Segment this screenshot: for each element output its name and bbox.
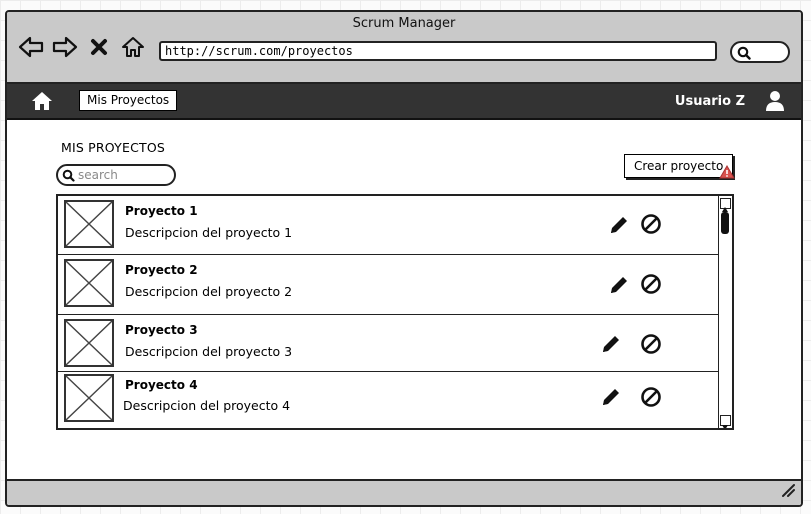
block-icon[interactable]: [640, 333, 662, 359]
search-placeholder: search: [78, 168, 118, 182]
home-outline-icon[interactable]: [119, 34, 147, 60]
browser-window: Scrum Manager http://scrum.com/proyectos…: [5, 10, 803, 507]
search-icon: [62, 169, 75, 182]
project-list: Proyecto 1 Descripcion del proyecto 1 Pr…: [56, 194, 734, 430]
home-icon[interactable]: [31, 91, 53, 115]
project-image-placeholder: [64, 319, 114, 367]
window-title: Scrum Manager: [352, 16, 456, 31]
warning-icon: [719, 164, 735, 183]
project-name[interactable]: Proyecto 3: [125, 323, 198, 337]
address-bar[interactable]: http://scrum.com/proyectos: [159, 41, 717, 61]
scroll-thumb[interactable]: [721, 212, 729, 234]
project-name[interactable]: Proyecto 4: [125, 378, 198, 392]
list-scrollbar[interactable]: [718, 196, 732, 428]
browser-search-box[interactable]: [730, 41, 790, 63]
project-row[interactable]: Proyecto 2 Descripcion del proyecto 2: [58, 255, 719, 315]
block-icon[interactable]: [640, 273, 662, 299]
project-row[interactable]: Proyecto 3 Descripcion del proyecto 3: [58, 315, 719, 372]
search-icon: [737, 46, 751, 60]
project-row[interactable]: Proyecto 1 Descripcion del proyecto 1: [58, 196, 719, 255]
scroll-down-button[interactable]: [720, 415, 731, 428]
block-icon[interactable]: [640, 213, 662, 239]
project-image-placeholder: [64, 200, 114, 248]
edit-pencil-icon[interactable]: [608, 274, 630, 300]
resize-grip-icon[interactable]: [781, 482, 795, 501]
project-description: Descripcion del proyecto 2: [125, 284, 293, 299]
edit-pencil-icon[interactable]: [608, 214, 630, 240]
back-arrow-icon[interactable]: [17, 34, 45, 60]
project-search-input[interactable]: search: [56, 164, 176, 186]
tab-mis-proyectos[interactable]: Mis Proyectos: [79, 90, 178, 111]
browser-nav-buttons: [17, 34, 147, 60]
block-icon[interactable]: [640, 386, 662, 412]
project-name[interactable]: Proyecto 2: [125, 263, 198, 277]
project-description: Descripcion del proyecto 1: [125, 225, 293, 240]
create-project-button[interactable]: Crear proyecto: [624, 154, 734, 178]
scroll-up-button[interactable]: [720, 198, 731, 212]
project-name[interactable]: Proyecto 1: [125, 204, 198, 218]
app-navbar: Mis Proyectos Usuario Z: [7, 84, 801, 120]
user-name[interactable]: Usuario Z: [675, 94, 745, 109]
edit-pencil-icon[interactable]: [600, 333, 622, 359]
project-description: Descripcion del proyecto 4: [123, 398, 291, 413]
browser-chrome: Scrum Manager http://scrum.com/proyectos: [7, 12, 801, 84]
status-bar: [7, 479, 801, 505]
page-title: MIS PROYECTOS: [61, 140, 166, 155]
edit-pencil-icon[interactable]: [600, 386, 622, 412]
project-image-placeholder: [64, 259, 114, 307]
project-description: Descripcion del proyecto 3: [125, 344, 293, 359]
project-row[interactable]: Proyecto 4 Descripcion del proyecto 4: [58, 372, 719, 428]
forward-arrow-icon[interactable]: [51, 34, 79, 60]
project-image-placeholder: [64, 374, 114, 422]
user-icon[interactable]: [765, 90, 785, 116]
close-icon[interactable]: [85, 34, 113, 60]
